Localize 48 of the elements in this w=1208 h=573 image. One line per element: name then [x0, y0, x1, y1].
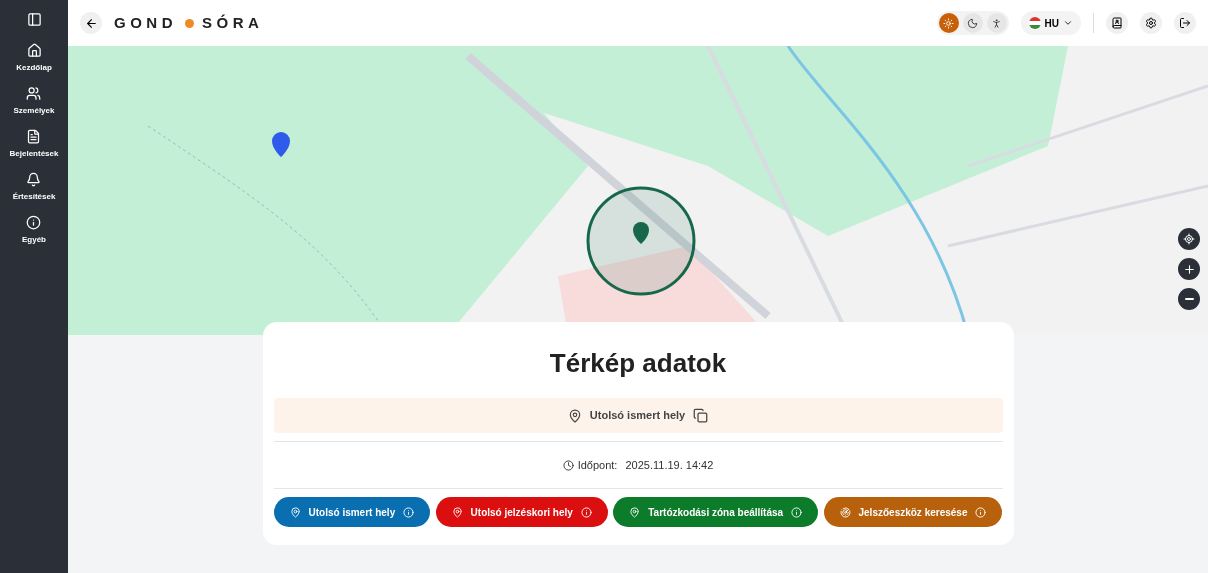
dark-mode-icon: [967, 17, 979, 29]
pin-icon: [451, 506, 463, 518]
theme-button[interactable]: [986, 13, 1007, 33]
pin-icon: [629, 506, 641, 518]
info-icon: [791, 506, 803, 518]
pin-icon: [567, 408, 582, 423]
action-button[interactable]: Utolsó jelzéskori hely: [435, 497, 608, 527]
info-icon: [403, 506, 415, 518]
settings-icon[interactable]: [1140, 12, 1162, 34]
sidebar-item[interactable]: Egyéb: [22, 215, 46, 246]
light-mode-icon: [943, 17, 955, 29]
flag-icon: [1028, 17, 1041, 29]
sidebar-item[interactable]: Személyek: [13, 86, 55, 117]
theme-button[interactable]: [962, 13, 983, 33]
report-icon: [26, 129, 42, 144]
time-label: Időpont:: [577, 457, 618, 473]
location-label: Utolsó ismert hely: [589, 408, 686, 424]
info-icon: [26, 215, 42, 230]
arrow-left-icon: [84, 16, 98, 30]
logo-text: SÓRA: [202, 12, 264, 33]
logout-icon[interactable]: [1174, 12, 1196, 34]
info-icon: [975, 506, 987, 518]
card-title: Térkép adatok: [548, 347, 728, 380]
back-button[interactable]: [80, 12, 102, 34]
contacts-icon[interactable]: [1106, 12, 1128, 34]
bell-icon: [26, 172, 42, 187]
info-icon: [580, 506, 592, 518]
action-button[interactable]: Tartózkodási zóna beállítása: [613, 497, 819, 527]
time-value: 2025.11.19. 14:42: [625, 457, 714, 473]
sidebar-item[interactable]: Értesítések: [12, 172, 56, 203]
language-button[interactable]: HU: [1020, 11, 1081, 35]
logo-text: GOND: [114, 12, 177, 33]
minus-icon: [1184, 298, 1194, 300]
plus-icon: [1182, 262, 1196, 276]
home-icon: [26, 43, 42, 58]
contrast-mode-icon: [991, 17, 1003, 29]
theme-button[interactable]: [938, 13, 959, 33]
people-icon: [26, 86, 42, 101]
clock-icon: [562, 459, 574, 471]
copy-icon[interactable]: [693, 408, 709, 423]
panel-toggle-icon[interactable]: [26, 12, 42, 27]
action-button[interactable]: Jelszőeszköz keresése: [823, 497, 1003, 527]
radar-icon: [839, 506, 851, 518]
sidebar-item[interactable]: Kezdőlap: [16, 43, 52, 74]
sidebar-item[interactable]: Bejelentések: [9, 129, 59, 160]
action-button[interactable]: Utolsó ismert hely: [273, 497, 431, 527]
chevron-down-icon: [1063, 18, 1073, 28]
pin-icon: [289, 506, 301, 518]
